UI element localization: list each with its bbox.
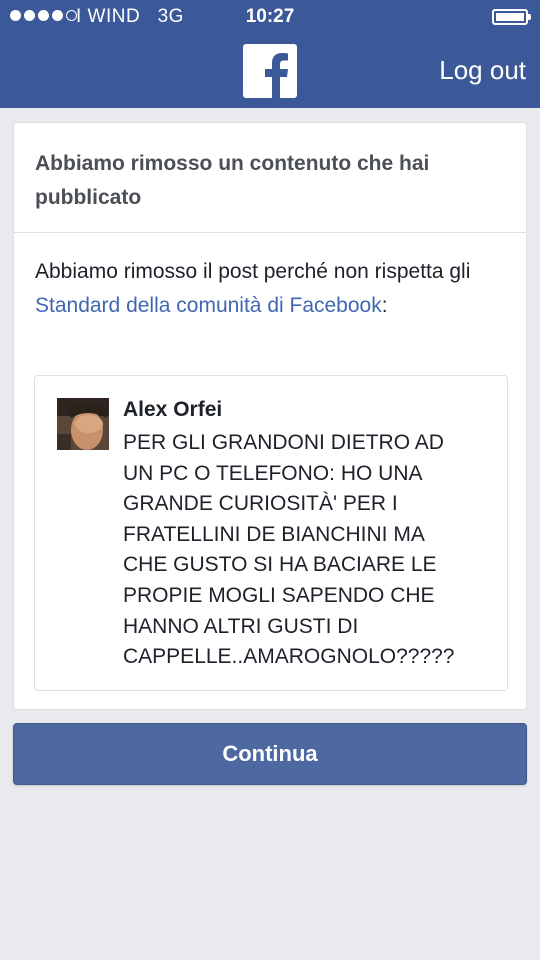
notice-title: Abbiamo rimosso un contenuto che hai pub… <box>35 152 430 209</box>
status-bar: I WIND 3G 10:27 <box>0 0 540 36</box>
continue-button[interactable]: Continua <box>13 723 527 785</box>
status-time: 10:27 <box>245 6 295 27</box>
facebook-logo-icon[interactable] <box>243 44 297 98</box>
avatar[interactable] <box>57 398 109 450</box>
removed-content-notice: Abbiamo rimosso un contenuto che hai pub… <box>13 122 527 710</box>
battery-icon <box>492 9 531 25</box>
notice-body: Abbiamo rimosso il post perché non rispe… <box>35 255 505 323</box>
post-text: PER GLI GRANDONI DIETRO AD UN PC O TELEF… <box>123 431 455 669</box>
logout-button[interactable]: Log out <box>439 55 526 86</box>
top-bar: I WIND 3G 10:27 Log out <box>0 0 540 108</box>
divider <box>14 232 526 233</box>
notice-body-suffix: : <box>381 294 388 317</box>
removed-post: Alex Orfei PER GLI GRANDONI DIETRO AD UN… <box>34 375 508 691</box>
notice-body-text: Abbiamo rimosso il post perché non rispe… <box>35 260 471 283</box>
community-standards-link[interactable]: Standard della comunità di Facebook <box>35 294 382 317</box>
post-author[interactable]: Alex Orfei <box>123 398 222 422</box>
